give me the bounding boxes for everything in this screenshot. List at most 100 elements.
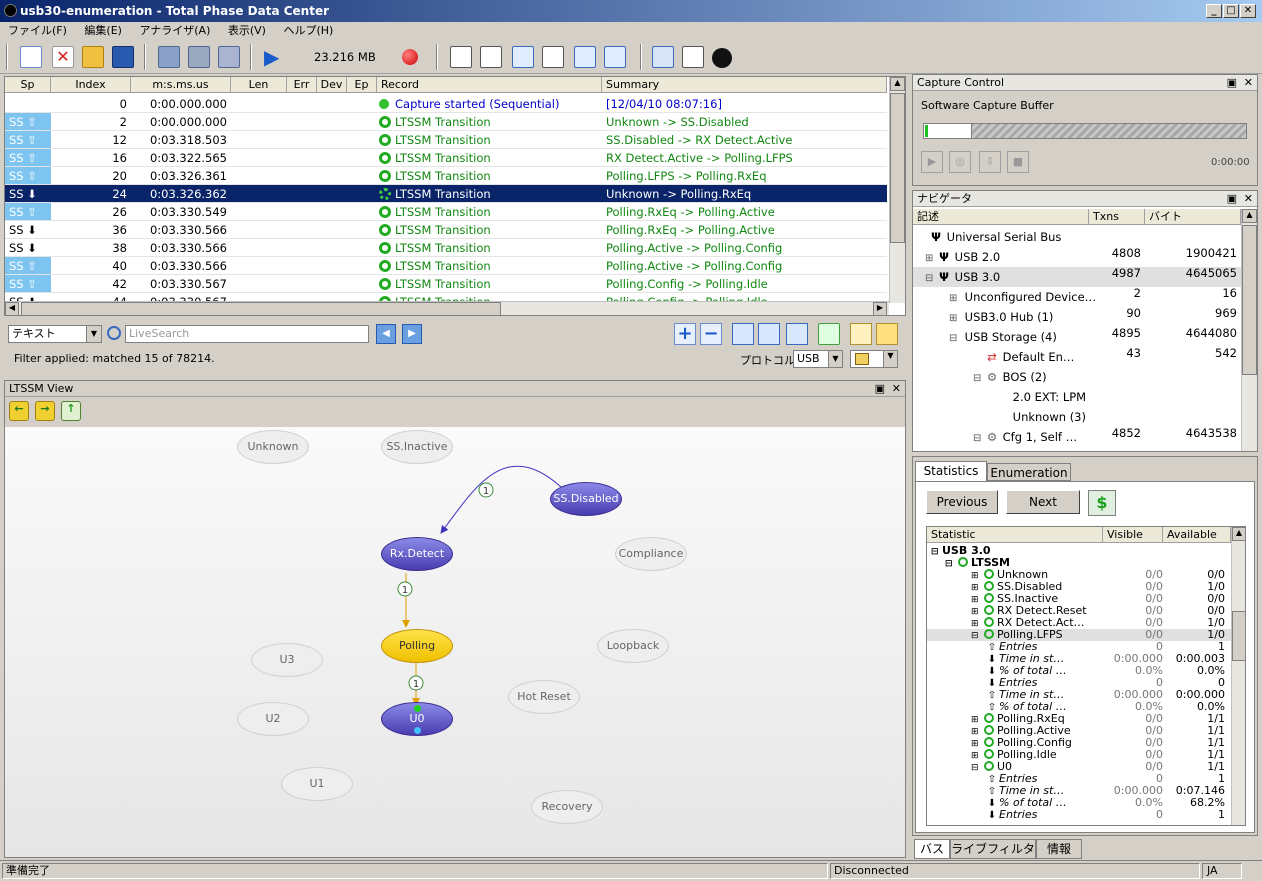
table-row[interactable]: SS ⇧ 40 0:03.330.566 LTSSM Transition Pollin… [5, 257, 887, 275]
nav-item[interactable]: ⊟ ⚙ Cfg 1, Self … 4852 4643538 [913, 426, 1241, 449]
float-panel-icon[interactable]: ▣ [875, 381, 885, 397]
close-panel-icon[interactable]: ✕ [892, 381, 901, 397]
live-search-input[interactable]: LiveSearch [125, 325, 369, 343]
stat-row[interactable]: ⇧% of total … 0.0% 0.0% [927, 701, 1231, 714]
tab-bus[interactable]: バス [914, 839, 950, 859]
go-mark-icon[interactable] [758, 323, 780, 345]
menu-edit[interactable]: 編集(E) [84, 24, 122, 37]
stat-row[interactable]: ⊟ LTSSM [927, 557, 1231, 570]
media-icon[interactable] [574, 46, 596, 68]
graph-icon[interactable] [604, 46, 626, 68]
refresh-stats-icon[interactable]: $ [1088, 490, 1116, 516]
table-row[interactable]: SS ⇧ 42 0:03.330.567 LTSSM Transition Pollin… [5, 275, 887, 293]
stat-row[interactable]: ⇧ Time in st… 0:00.000 0:07.146 [927, 785, 1231, 798]
tree-toggle-icon[interactable]: ⊟ [949, 329, 961, 349]
trigger-icon[interactable]: ◎ [949, 151, 971, 173]
table-view-icon[interactable] [480, 46, 502, 68]
table-row[interactable]: SS ⇧ 12 0:03.318.503 LTSSM Transition SS.Dis… [5, 131, 887, 149]
nav-item[interactable]: ⇄ Default En… 43 542 [913, 346, 1241, 367]
tab-statistics[interactable]: Statistics [915, 461, 987, 481]
stat-row[interactable]: ⊞ Polling.RxEq 0/0 1/1 [927, 713, 1231, 726]
menu-analyzer[interactable]: アナライザ(A) [139, 24, 210, 37]
view-mode-select[interactable]: ▼ [850, 350, 898, 368]
go-bottom-icon[interactable] [786, 323, 808, 345]
float-panel-icon[interactable]: ▣ [1227, 75, 1237, 91]
stat-col-statistic[interactable]: Statistic [927, 527, 1103, 543]
nav-item[interactable]: ⊟ ⚙ BOS (2) [913, 367, 1241, 387]
up-arrow-icon[interactable]: ↑ [61, 401, 81, 421]
tree-toggle-icon[interactable]: ⊞ [949, 289, 961, 309]
state-ss-disabled[interactable]: SS.Disabled [550, 482, 622, 516]
state-unknown[interactable]: Unknown [237, 430, 309, 464]
tab-enumeration[interactable]: Enumeration [987, 463, 1071, 481]
stat-row[interactable]: ⊞ Polling.Idle 0/0 1/1 [927, 749, 1231, 762]
state-u0[interactable]: U0 [381, 702, 453, 736]
chevron-down-icon[interactable]: ▼ [828, 351, 842, 367]
col-dev[interactable]: Dev [317, 77, 347, 93]
table-row[interactable]: SS ⇧ 26 0:03.330.549 LTSSM Transition Pollin… [5, 203, 887, 221]
menu-help[interactable]: ヘルプ(H) [283, 24, 333, 37]
protocol-select[interactable]: USB ▼ [793, 350, 843, 368]
state-u2[interactable]: U2 [237, 702, 309, 736]
chevron-down-icon[interactable]: ▼ [86, 326, 101, 342]
target-icon[interactable] [818, 323, 840, 345]
state-hot-reset[interactable]: Hot Reset [508, 680, 580, 714]
stat-row[interactable]: ⊟ Polling.LFPS 0/0 1/0 [927, 629, 1231, 641]
close-button[interactable]: ✕ [1240, 4, 1256, 18]
state-loopback[interactable]: Loopback [597, 629, 669, 663]
state-u1[interactable]: U1 [281, 767, 353, 801]
stat-row[interactable]: ⊞ Unknown 0/0 0/0 [927, 569, 1231, 582]
state-polling[interactable]: Polling [381, 629, 453, 663]
stat-row[interactable]: ⬇% of total … 0.0% 0.0% [927, 665, 1231, 678]
navigator-scrollbar[interactable]: ▲ [1241, 209, 1257, 451]
layout-icon[interactable] [512, 46, 534, 68]
table-row[interactable]: 0 0:00.000.000 Capture started (Sequential… [5, 95, 887, 113]
table-row[interactable]: SS ⇧ 20 0:03.326.361 LTSSM Transition Pollin… [5, 167, 887, 185]
tree-toggle-icon[interactable]: ⊟ [973, 429, 985, 449]
stats-scrollbar[interactable]: ▲ [1231, 527, 1245, 825]
state-compliance[interactable]: Compliance [615, 537, 687, 571]
note-icon[interactable] [876, 323, 898, 345]
next-button[interactable]: Next [1006, 490, 1080, 514]
tree-toggle-icon[interactable]: ⊞ [949, 309, 961, 329]
collapse-all-icon[interactable]: − [700, 323, 722, 345]
table-row[interactable]: SS ⬇ 36 0:03.330.566 LTSSM Transition Pollin… [5, 221, 887, 239]
tree-toggle-icon[interactable]: ⊟ [925, 269, 937, 289]
col-len[interactable]: Len [231, 77, 287, 93]
stat-row[interactable]: ⬇ Entries 0 1 [927, 809, 1231, 822]
col-summary[interactable]: Summary [602, 77, 887, 93]
export-icon[interactable] [652, 46, 674, 68]
close-file-icon[interactable]: ✕ [52, 46, 74, 68]
col-index[interactable]: Index [51, 77, 131, 93]
state-u3[interactable]: U3 [251, 643, 323, 677]
col-sp[interactable]: Sp [5, 77, 51, 93]
state-rx-detect[interactable]: Rx.Detect [381, 537, 453, 571]
stat-row[interactable]: ⊟ U0 0/0 1/1 [927, 761, 1231, 774]
nav-col-desc[interactable]: 記述 [913, 209, 1089, 225]
stat-row[interactable]: ⇧ Time in st… 0:00.000 0:00.000 [927, 689, 1231, 702]
tree-toggle-icon[interactable]: ⊟ [973, 369, 985, 389]
nav-col-txns[interactable]: Txns [1089, 209, 1145, 225]
window-icon[interactable] [542, 46, 564, 68]
stat-row[interactable]: ⊞ Polling.Config 0/0 1/1 [927, 737, 1231, 750]
menu-file[interactable]: ファイル(F) [8, 24, 67, 37]
document-icon[interactable] [682, 46, 704, 68]
table-row[interactable]: SS ⇧ 2 0:00.000.000 LTSSM Transition Unknown… [5, 113, 887, 131]
expand-all-icon[interactable]: + [674, 323, 696, 345]
new-file-icon[interactable] [20, 46, 42, 68]
forward-arrow-icon[interactable]: → [35, 401, 55, 421]
previous-button[interactable]: Previous [926, 490, 998, 514]
go-top-icon[interactable] [732, 323, 754, 345]
search-next-icon[interactable]: ▶ [402, 324, 422, 344]
maximize-button[interactable]: □ [1223, 4, 1239, 18]
stat-row[interactable]: ⊞ SS.Disabled 0/0 1/0 [927, 581, 1231, 594]
close-panel-icon[interactable]: ✕ [1244, 191, 1253, 207]
col-err[interactable]: Err [287, 77, 317, 93]
tree-toggle-icon[interactable]: ⊞ [925, 249, 937, 269]
col-time[interactable]: m:s.ms.us [131, 77, 231, 93]
col-ep[interactable]: Ep [347, 77, 377, 93]
config-gear-icon[interactable] [188, 46, 210, 68]
stat-col-visible[interactable]: Visible [1103, 527, 1163, 543]
table-row[interactable]: SS ⬇ 24 0:03.326.362 LTSSM Transition Unknow… [5, 185, 887, 203]
stat-row[interactable]: ⊞ Polling.Active 0/0 1/1 [927, 725, 1231, 738]
